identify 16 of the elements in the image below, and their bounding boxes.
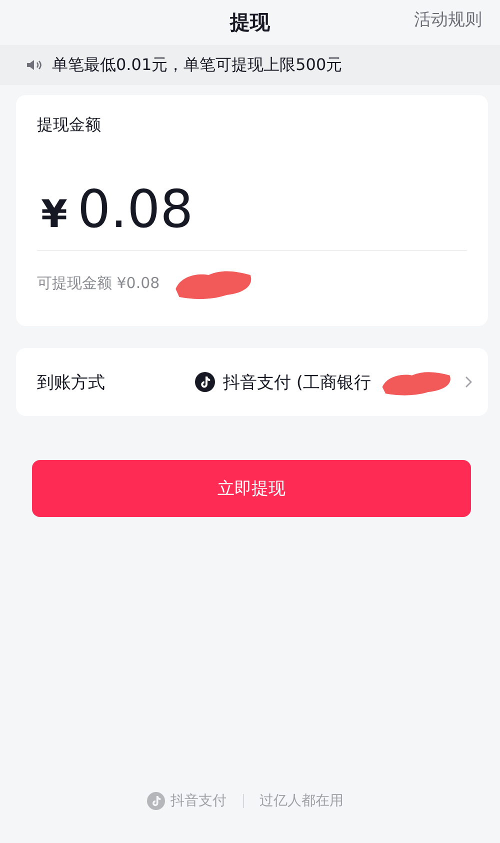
currency-sign: ¥ — [41, 192, 68, 236]
music-note-icon — [146, 792, 164, 810]
rules-link[interactable]: 活动规则 — [414, 8, 482, 31]
speaker-icon — [26, 59, 42, 71]
page-title: 提现 — [230, 9, 270, 36]
amount-field[interactable]: 0.08 — [77, 180, 194, 240]
available-amount: 可提现金额 ¥0.08 — [37, 274, 160, 292]
payout-method[interactable]: 抖音支付 (工商银行 — [222, 370, 371, 394]
slogan-text: 过亿人都在用 — [260, 792, 344, 810]
music-note-icon — [194, 372, 215, 392]
withdraw-button[interactable]: 立即提现 — [32, 460, 471, 517]
notice-text: 单笔最低0.01元，单笔可提现上限500元 — [52, 54, 342, 76]
brand-name: 抖音支付 — [170, 792, 226, 810]
payout-label: 到账方式 — [37, 372, 106, 394]
amount-label: 提现金额 — [37, 115, 102, 136]
chevron-right-icon — [465, 376, 472, 388]
